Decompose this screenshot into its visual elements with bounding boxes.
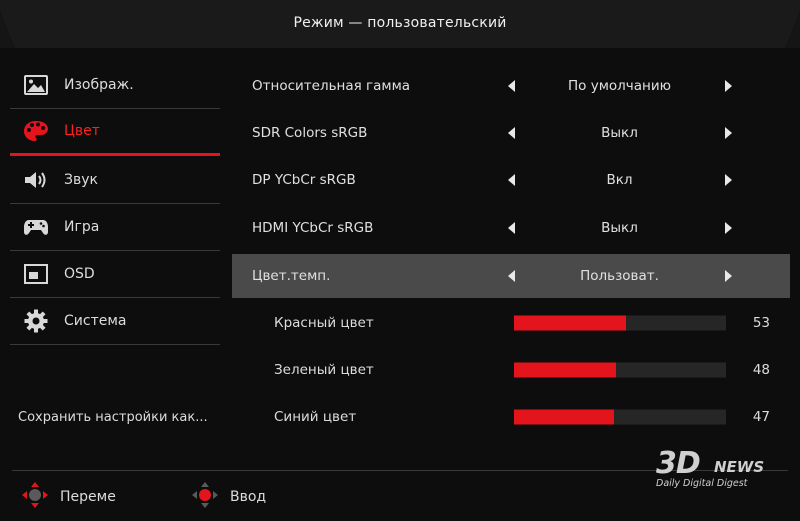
slider-label: Зеленый цвет xyxy=(274,362,374,378)
arrow-left-icon[interactable] xyxy=(508,80,515,92)
arrow-right-icon[interactable] xyxy=(725,222,732,234)
watermark-tagline: Daily Digital Digest xyxy=(656,478,748,489)
enter-label: Ввод xyxy=(230,489,267,505)
sidebar-item-color[interactable]: Цвет xyxy=(10,109,220,156)
slider-value: 53 xyxy=(752,315,770,331)
arrow-right-icon[interactable] xyxy=(725,174,732,186)
palette-icon xyxy=(22,117,50,145)
joystick-press-icon xyxy=(190,480,220,514)
arrow-left-icon[interactable] xyxy=(508,222,515,234)
slider-row-red[interactable]: Красный цвет 53 xyxy=(232,301,790,345)
enter-hint: Ввод xyxy=(190,480,267,514)
arrow-right-icon[interactable] xyxy=(725,270,732,282)
blue-slider[interactable] xyxy=(514,409,726,425)
setting-label: DP YCbCr sRGB xyxy=(252,172,356,188)
move-label: Переме xyxy=(60,489,116,505)
slider-row-blue[interactable]: Синий цвет 47 xyxy=(232,395,790,439)
header-bar: Режим — пользовательский xyxy=(0,0,800,48)
slider-label: Синий цвет xyxy=(274,409,357,425)
sidebar-item-label: Игра xyxy=(64,219,100,235)
setting-label: Цвет.темп. xyxy=(252,268,331,284)
gamepad-icon xyxy=(22,213,50,241)
speaker-icon xyxy=(22,166,50,194)
osd-window-icon xyxy=(22,260,50,288)
setting-row-dp-ycbcr-srgb[interactable]: DP YCbCr sRGB Вкл xyxy=(232,158,790,202)
save-settings-button[interactable]: Сохранить настройки как... xyxy=(18,410,208,425)
sidebar-item-label: OSD xyxy=(64,266,95,282)
slider-label: Красный цвет xyxy=(274,315,374,331)
slider-value: 48 xyxy=(752,362,770,378)
slider-fill xyxy=(514,315,627,331)
setting-value: Выкл xyxy=(601,220,638,236)
slider-value: 47 xyxy=(752,409,770,425)
setting-value: Вкл xyxy=(606,172,633,188)
setting-value: Выкл xyxy=(601,125,638,141)
sidebar-item-label: Звук xyxy=(64,172,98,188)
arrow-left-icon[interactable] xyxy=(508,127,515,139)
setting-value: По умолчанию xyxy=(568,78,671,94)
sidebar-item-label: Изображ. xyxy=(64,77,134,93)
slider-fill xyxy=(514,362,616,378)
setting-label: Относительная гамма xyxy=(252,78,411,94)
setting-row-color-temp[interactable]: Цвет.темп. Пользоват. xyxy=(232,254,790,298)
sidebar-item-label: Цвет xyxy=(64,123,100,139)
watermark-logo: 3D xyxy=(656,446,701,481)
setting-row-hdmi-ycbcr-srgb[interactable]: HDMI YCbCr sRGB Выкл xyxy=(232,206,790,250)
setting-label: HDMI YCbCr sRGB xyxy=(252,220,374,236)
setting-row-relative-gamma[interactable]: Относительная гамма По умолчанию xyxy=(232,64,790,108)
arrow-left-icon[interactable] xyxy=(508,270,515,282)
joystick-move-icon xyxy=(20,480,50,514)
arrow-right-icon[interactable] xyxy=(725,127,732,139)
gear-icon xyxy=(22,307,50,335)
setting-row-sdr-colors-srgb[interactable]: SDR Colors sRGB Выкл xyxy=(232,111,790,155)
watermark-news: NEWS xyxy=(714,458,765,476)
sidebar-item-osd[interactable]: OSD xyxy=(10,251,220,298)
sidebar-item-image[interactable]: Изображ. xyxy=(10,62,220,109)
setting-label: SDR Colors sRGB xyxy=(252,125,368,141)
sidebar: Изображ. Цвет Звук Игра OSD Система Сохр… xyxy=(10,62,220,442)
setting-value: Пользоват. xyxy=(580,268,659,284)
site-watermark: 3D NEWS Daily Digital Digest xyxy=(656,446,786,496)
image-icon xyxy=(22,71,50,99)
page-title: Режим — пользовательский xyxy=(293,15,507,31)
sidebar-item-sound[interactable]: Звук xyxy=(10,157,220,204)
sidebar-item-game[interactable]: Игра xyxy=(10,204,220,251)
slider-fill xyxy=(514,409,614,425)
slider-row-green[interactable]: Зеленый цвет 48 xyxy=(232,348,790,392)
osd-menu: Режим — пользовательский Изображ. Цвет З… xyxy=(0,0,800,521)
move-hint: Переме xyxy=(20,480,116,514)
arrow-left-icon[interactable] xyxy=(508,174,515,186)
sidebar-item-label: Система xyxy=(64,313,127,329)
sidebar-item-system[interactable]: Система xyxy=(10,298,220,345)
green-slider[interactable] xyxy=(514,362,726,378)
arrow-right-icon[interactable] xyxy=(725,80,732,92)
red-slider[interactable] xyxy=(514,315,726,331)
